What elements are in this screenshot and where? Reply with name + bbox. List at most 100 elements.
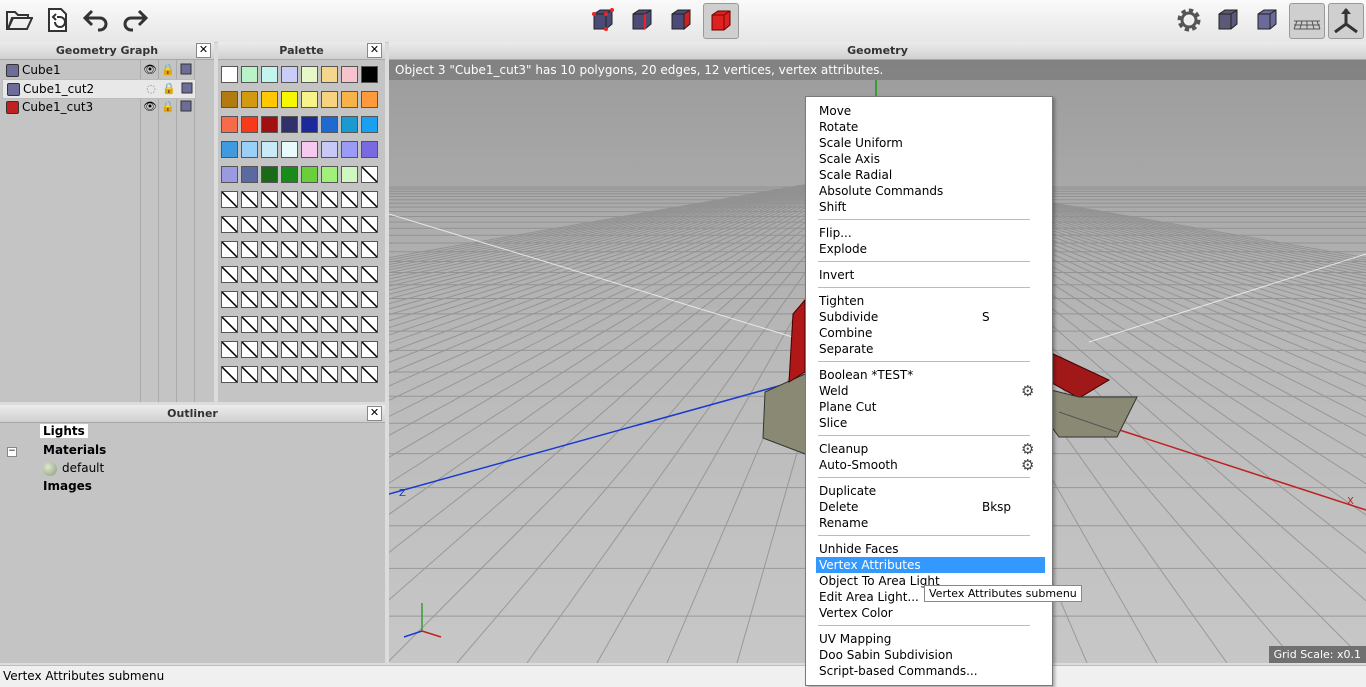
palette-swatch-empty[interactable] — [361, 216, 378, 233]
palette-swatch-empty[interactable] — [221, 266, 238, 283]
object-mode-icon[interactable] — [703, 3, 739, 39]
palette-swatch-empty[interactable] — [261, 266, 278, 283]
smooth-shaded-cube-icon[interactable] — [1211, 3, 1245, 37]
palette-swatch[interactable] — [221, 166, 238, 183]
palette-swatch[interactable] — [281, 66, 298, 83]
palette-swatch-empty[interactable] — [301, 241, 318, 258]
outliner-material-default[interactable]: default — [62, 461, 104, 475]
palette-swatch[interactable] — [281, 91, 298, 108]
palette-swatch-empty[interactable] — [241, 316, 258, 333]
palette-swatch-empty[interactable] — [281, 266, 298, 283]
close-palette-button[interactable]: ✕ — [367, 43, 382, 58]
lock-icon[interactable]: 🔒 — [161, 100, 175, 114]
palette-swatch-empty[interactable] — [361, 341, 378, 358]
menu-item-invert[interactable]: Invert — [816, 267, 1045, 283]
palette-swatch[interactable] — [321, 66, 338, 83]
menu-item-explode[interactable]: Explode — [816, 241, 1045, 257]
palette-swatch-empty[interactable] — [241, 341, 258, 358]
palette-swatch-empty[interactable] — [301, 216, 318, 233]
palette-swatch-empty[interactable] — [281, 341, 298, 358]
palette-swatch[interactable] — [301, 141, 318, 158]
palette-swatch-empty[interactable] — [281, 216, 298, 233]
menu-item-shift[interactable]: Shift — [816, 199, 1045, 215]
palette-swatch-empty[interactable] — [261, 316, 278, 333]
menu-item-scale-axis[interactable]: Scale Axis — [816, 151, 1045, 167]
menu-item-absolute-commands[interactable]: Absolute Commands — [816, 183, 1045, 199]
palette-swatch-empty[interactable] — [361, 166, 378, 183]
palette-swatch-empty[interactable] — [361, 191, 378, 208]
material-cube-icon[interactable] — [180, 82, 194, 96]
palette-swatch[interactable] — [261, 91, 278, 108]
palette-swatch-empty[interactable] — [261, 191, 278, 208]
palette-swatch-empty[interactable] — [341, 266, 358, 283]
options-gear-icon[interactable]: ⚙ — [1021, 383, 1034, 399]
menu-item-weld[interactable]: Weld ⚙ — [816, 383, 1045, 399]
palette-swatch-empty[interactable] — [361, 266, 378, 283]
palette-swatch-empty[interactable] — [301, 341, 318, 358]
menu-item-combine[interactable]: Combine — [816, 325, 1045, 341]
menu-item-rename[interactable]: Rename — [816, 515, 1045, 531]
palette-swatch-empty[interactable] — [261, 341, 278, 358]
palette-swatch[interactable] — [341, 141, 358, 158]
palette-swatch-empty[interactable] — [321, 316, 338, 333]
palette-swatch[interactable] — [221, 91, 238, 108]
palette-swatch-empty[interactable] — [361, 241, 378, 258]
outliner-materials[interactable]: Materials — [43, 443, 106, 457]
palette-swatch[interactable] — [341, 66, 358, 83]
menu-item-boolean-test[interactable]: Boolean *TEST* — [816, 367, 1045, 383]
options-gear-icon[interactable]: ⚙ — [1021, 457, 1034, 473]
open-folder-icon[interactable] — [2, 3, 36, 37]
palette-swatch[interactable] — [261, 141, 278, 158]
menu-item-delete[interactable]: Delete Bksp — [816, 499, 1045, 515]
geometry-item-cube1-cut2[interactable]: Cube1_cut2 ◌ 🔒 — [2, 79, 196, 99]
palette-swatch-empty[interactable] — [361, 291, 378, 308]
palette-swatch-empty[interactable] — [241, 291, 258, 308]
palette-swatch[interactable] — [301, 166, 318, 183]
palette-swatch-empty[interactable] — [261, 216, 278, 233]
palette-swatch-empty[interactable] — [301, 316, 318, 333]
menu-item-separate[interactable]: Separate — [816, 341, 1045, 357]
menu-item-move[interactable]: Move — [816, 103, 1045, 119]
palette-swatch-empty[interactable] — [361, 316, 378, 333]
geometry-item-cube1-cut3[interactable]: Cube1_cut3 👁 🔒 — [2, 98, 194, 116]
palette-swatch[interactable] — [321, 91, 338, 108]
collapse-toggle-icon[interactable]: − — [7, 447, 17, 457]
shaded-cube-icon[interactable] — [1250, 3, 1284, 37]
palette-swatch[interactable] — [301, 116, 318, 133]
palette-swatch[interactable] — [241, 116, 258, 133]
palette-swatch[interactable] — [321, 166, 338, 183]
palette-swatch-empty[interactable] — [341, 366, 358, 383]
palette-swatch-empty[interactable] — [241, 241, 258, 258]
palette-swatch[interactable] — [361, 116, 378, 133]
palette-swatch-empty[interactable] — [321, 291, 338, 308]
palette-swatch-empty[interactable] — [221, 291, 238, 308]
options-gear-icon[interactable]: ⚙ — [1021, 441, 1034, 457]
palette-swatch[interactable] — [221, 141, 238, 158]
menu-item-cleanup[interactable]: Cleanup ⚙ — [816, 441, 1045, 457]
palette-swatch-empty[interactable] — [281, 291, 298, 308]
palette-swatch-empty[interactable] — [321, 341, 338, 358]
outliner-lights[interactable]: Lights — [40, 424, 88, 438]
palette-swatch[interactable] — [241, 166, 258, 183]
menu-item-subdivide[interactable]: Subdivide S — [816, 309, 1045, 325]
palette-swatch[interactable] — [361, 141, 378, 158]
menu-item-flip[interactable]: Flip... — [816, 225, 1045, 241]
palette-swatch-empty[interactable] — [261, 366, 278, 383]
palette-swatch-empty[interactable] — [321, 366, 338, 383]
palette-swatch[interactable] — [341, 116, 358, 133]
palette-swatch-empty[interactable] — [261, 241, 278, 258]
palette-swatch-empty[interactable] — [321, 266, 338, 283]
palette-swatch-empty[interactable] — [301, 266, 318, 283]
menu-item-scale-uniform[interactable]: Scale Uniform — [816, 135, 1045, 151]
palette-swatch-empty[interactable] — [241, 366, 258, 383]
axes-icon[interactable] — [1328, 3, 1364, 39]
lock-icon[interactable]: 🔒 — [161, 63, 175, 77]
palette-swatch-empty[interactable] — [301, 366, 318, 383]
palette-swatch-empty[interactable] — [221, 366, 238, 383]
menu-item-doo-sabin-subdivision[interactable]: Doo Sabin Subdivision — [816, 647, 1045, 663]
palette-swatch-empty[interactable] — [281, 241, 298, 258]
palette-swatch-empty[interactable] — [321, 191, 338, 208]
menu-item-vertex-color[interactable]: Vertex Color — [816, 605, 1045, 621]
palette-swatch-empty[interactable] — [221, 316, 238, 333]
palette-swatch-empty[interactable] — [221, 241, 238, 258]
